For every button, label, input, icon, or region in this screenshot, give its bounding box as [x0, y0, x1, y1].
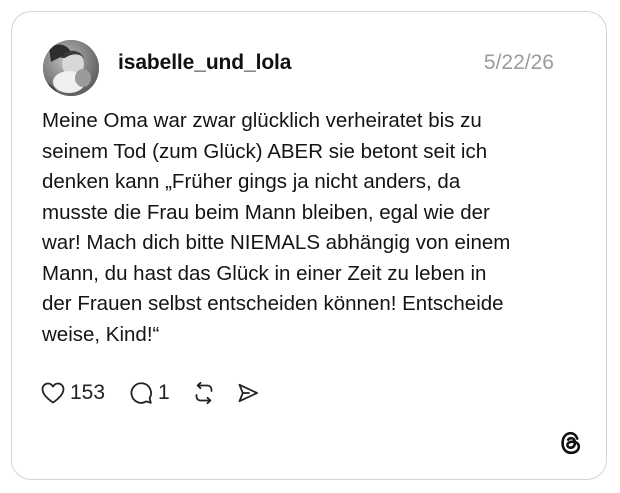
repost-icon: [195, 381, 213, 405]
heart-icon: [41, 382, 65, 404]
post-text-line: der Frauen selbst entscheiden können! En…: [42, 292, 504, 315]
post-text-line: Mann, du hast das Glück in einer Zeit zu…: [42, 261, 487, 285]
post-text-line: weise, Kind!“: [42, 322, 160, 346]
comment-bubble-icon: [130, 382, 152, 404]
post-text-line: war! Mach dich bitte NIEMALS abhängig vo…: [42, 231, 511, 254]
reply-count: 1: [158, 381, 170, 404]
like-count: 153: [70, 381, 106, 404]
threads-logo-icon: [561, 431, 581, 455]
share-button[interactable]: [236, 377, 260, 409]
avatar[interactable]: [43, 40, 99, 96]
reply-button[interactable]: 1: [129, 377, 170, 409]
post-text-line: Meine Oma war zwar glücklich verheiratet…: [42, 109, 482, 132]
post-text-line: musste die Frau beim Mann bleiben, egal …: [42, 200, 490, 224]
post-date: 5/22/26: [483, 51, 554, 74]
send-icon: [238, 383, 258, 403]
repost-button[interactable]: [192, 377, 216, 409]
post-text-line: seinem Tod (zum Glück) ABER sie betont s…: [42, 139, 488, 163]
post-card: isabelle_und_lola 5/22/26 Meine Oma war …: [11, 11, 607, 480]
post-text-line: denken kann „Früher gings ja nicht ander…: [42, 170, 461, 193]
post-actions: 153 1: [41, 377, 260, 409]
avatar-photo: [43, 40, 99, 96]
like-button[interactable]: 153: [41, 377, 105, 409]
post-text: Meine Oma war zwar glücklich verheiratet…: [42, 106, 582, 350]
username[interactable]: isabelle_und_lola: [118, 51, 291, 75]
